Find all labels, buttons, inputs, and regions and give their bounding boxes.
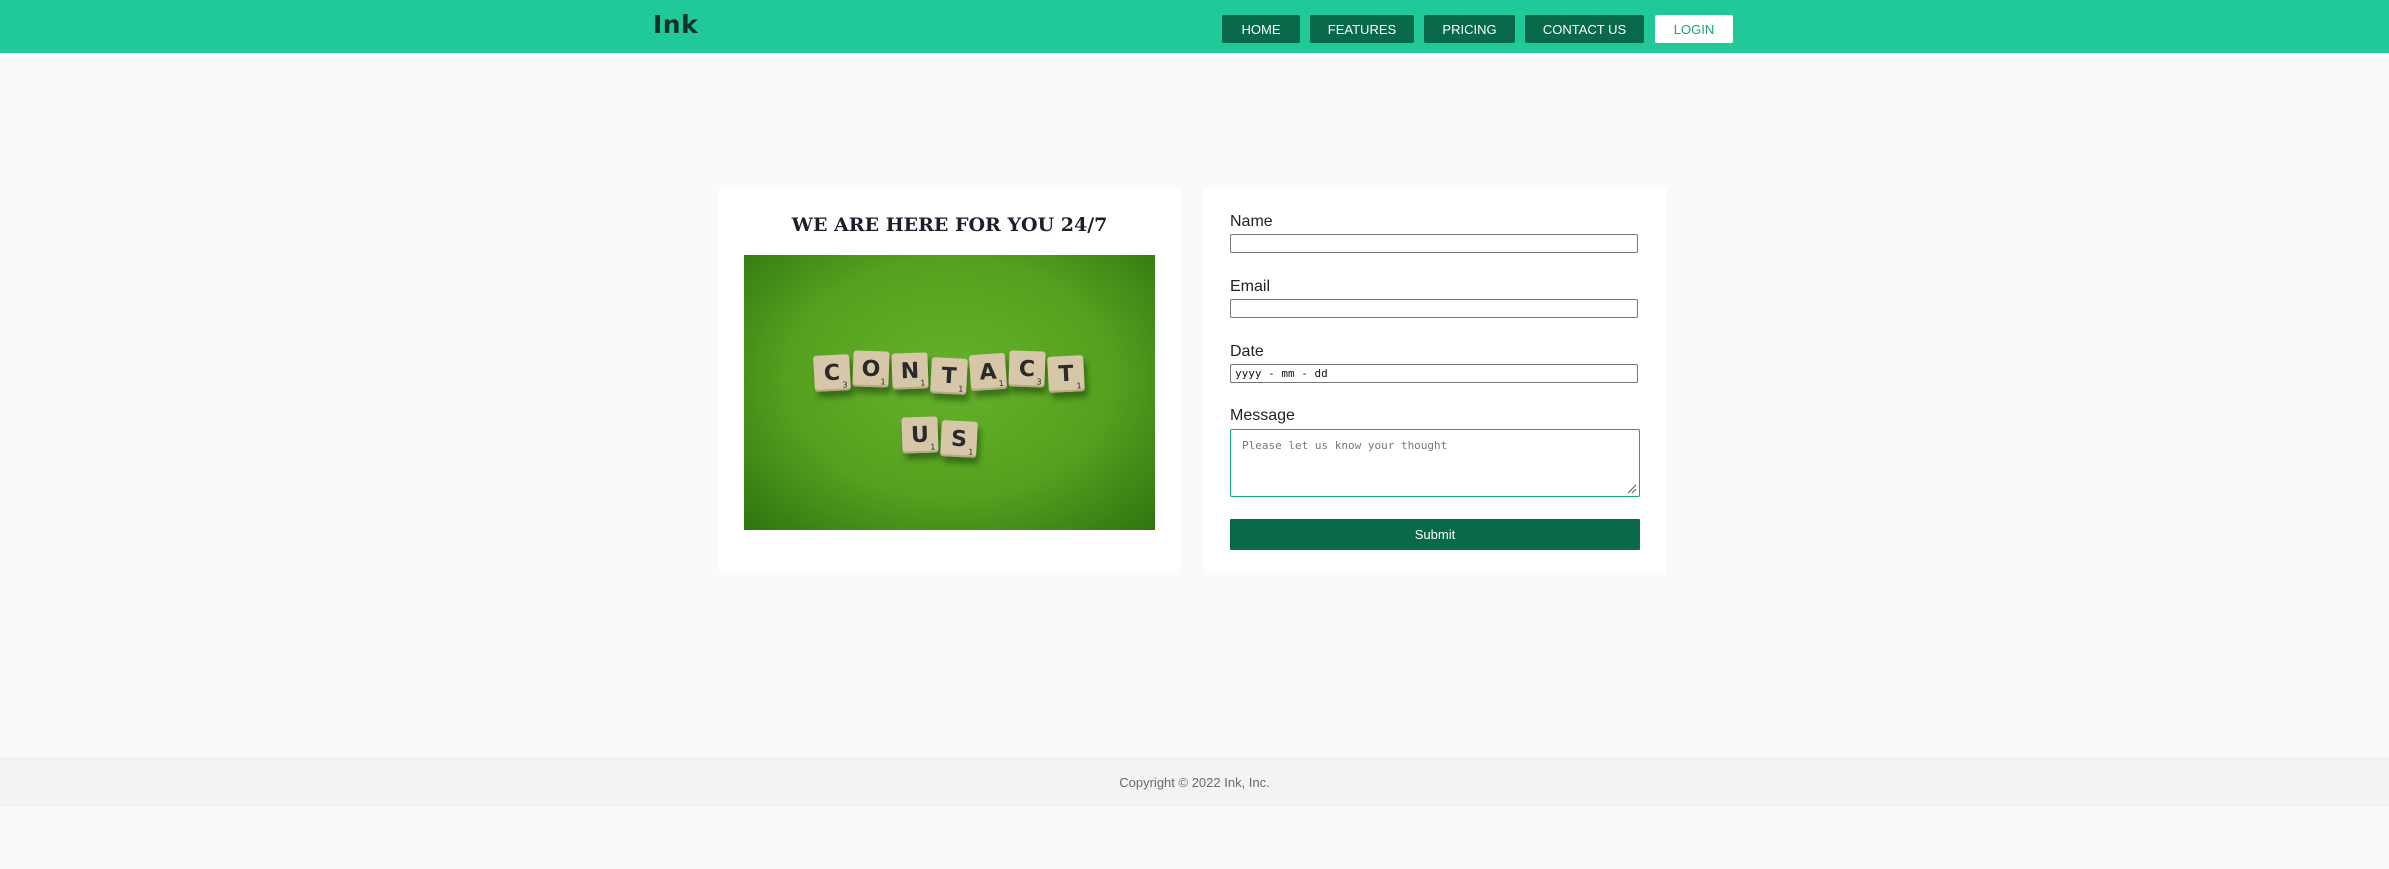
- tile-t2: T1: [1047, 355, 1085, 393]
- contact-info-card: WE ARE HERE FOR YOU 24/7 C3 O1 N1 T1 A1 …: [719, 188, 1180, 575]
- nav-features-button[interactable]: FEATURES: [1310, 15, 1414, 43]
- name-label: Name: [1230, 213, 1273, 230]
- date-input[interactable]: yyyy - mm - dd: [1230, 364, 1638, 383]
- contact-form-card: Name Email Date yyyy - mm - dd Message P…: [1204, 188, 1667, 575]
- message-label: Message: [1230, 407, 1295, 424]
- email-input[interactable]: [1230, 299, 1638, 318]
- top-navbar: Ink HOME FEATURES PRICING CONTACT US LOG…: [0, 0, 2389, 53]
- contact-us-image: C3 O1 N1 T1 A1 C3 T1 U1 S1: [744, 255, 1155, 530]
- tile-c2: C3: [1008, 350, 1046, 388]
- tile-s: S1: [940, 420, 978, 458]
- contact-card-title: WE ARE HERE FOR YOU 24/7: [791, 214, 1108, 236]
- tile-o: O1: [852, 350, 890, 388]
- date-label: Date: [1230, 343, 1264, 360]
- tile-c: C3: [813, 354, 851, 392]
- resize-handle-icon[interactable]: [1627, 484, 1637, 494]
- copyright-text: Copyright © 2022 Ink, Inc.: [1119, 774, 1270, 790]
- footer: Copyright © 2022 Ink, Inc.: [0, 757, 2389, 807]
- tile-t: T1: [930, 357, 968, 395]
- email-label: Email: [1230, 278, 1271, 295]
- nav-contact-us-button[interactable]: CONTACT US: [1525, 15, 1644, 43]
- name-input[interactable]: [1230, 234, 1638, 253]
- message-textarea[interactable]: Please let us know your thought: [1230, 429, 1640, 497]
- brand-logo[interactable]: Ink: [653, 10, 698, 39]
- nav-pricing-button[interactable]: PRICING: [1424, 15, 1515, 43]
- nav-home-button[interactable]: HOME: [1222, 15, 1300, 43]
- tile-n: N1: [891, 352, 929, 390]
- submit-button[interactable]: Submit: [1230, 519, 1640, 550]
- nav-login-button[interactable]: LOGIN: [1655, 15, 1733, 43]
- tile-u: U1: [901, 416, 939, 454]
- message-placeholder: Please let us know your thought: [1242, 439, 1448, 452]
- tile-a: A1: [968, 352, 1008, 392]
